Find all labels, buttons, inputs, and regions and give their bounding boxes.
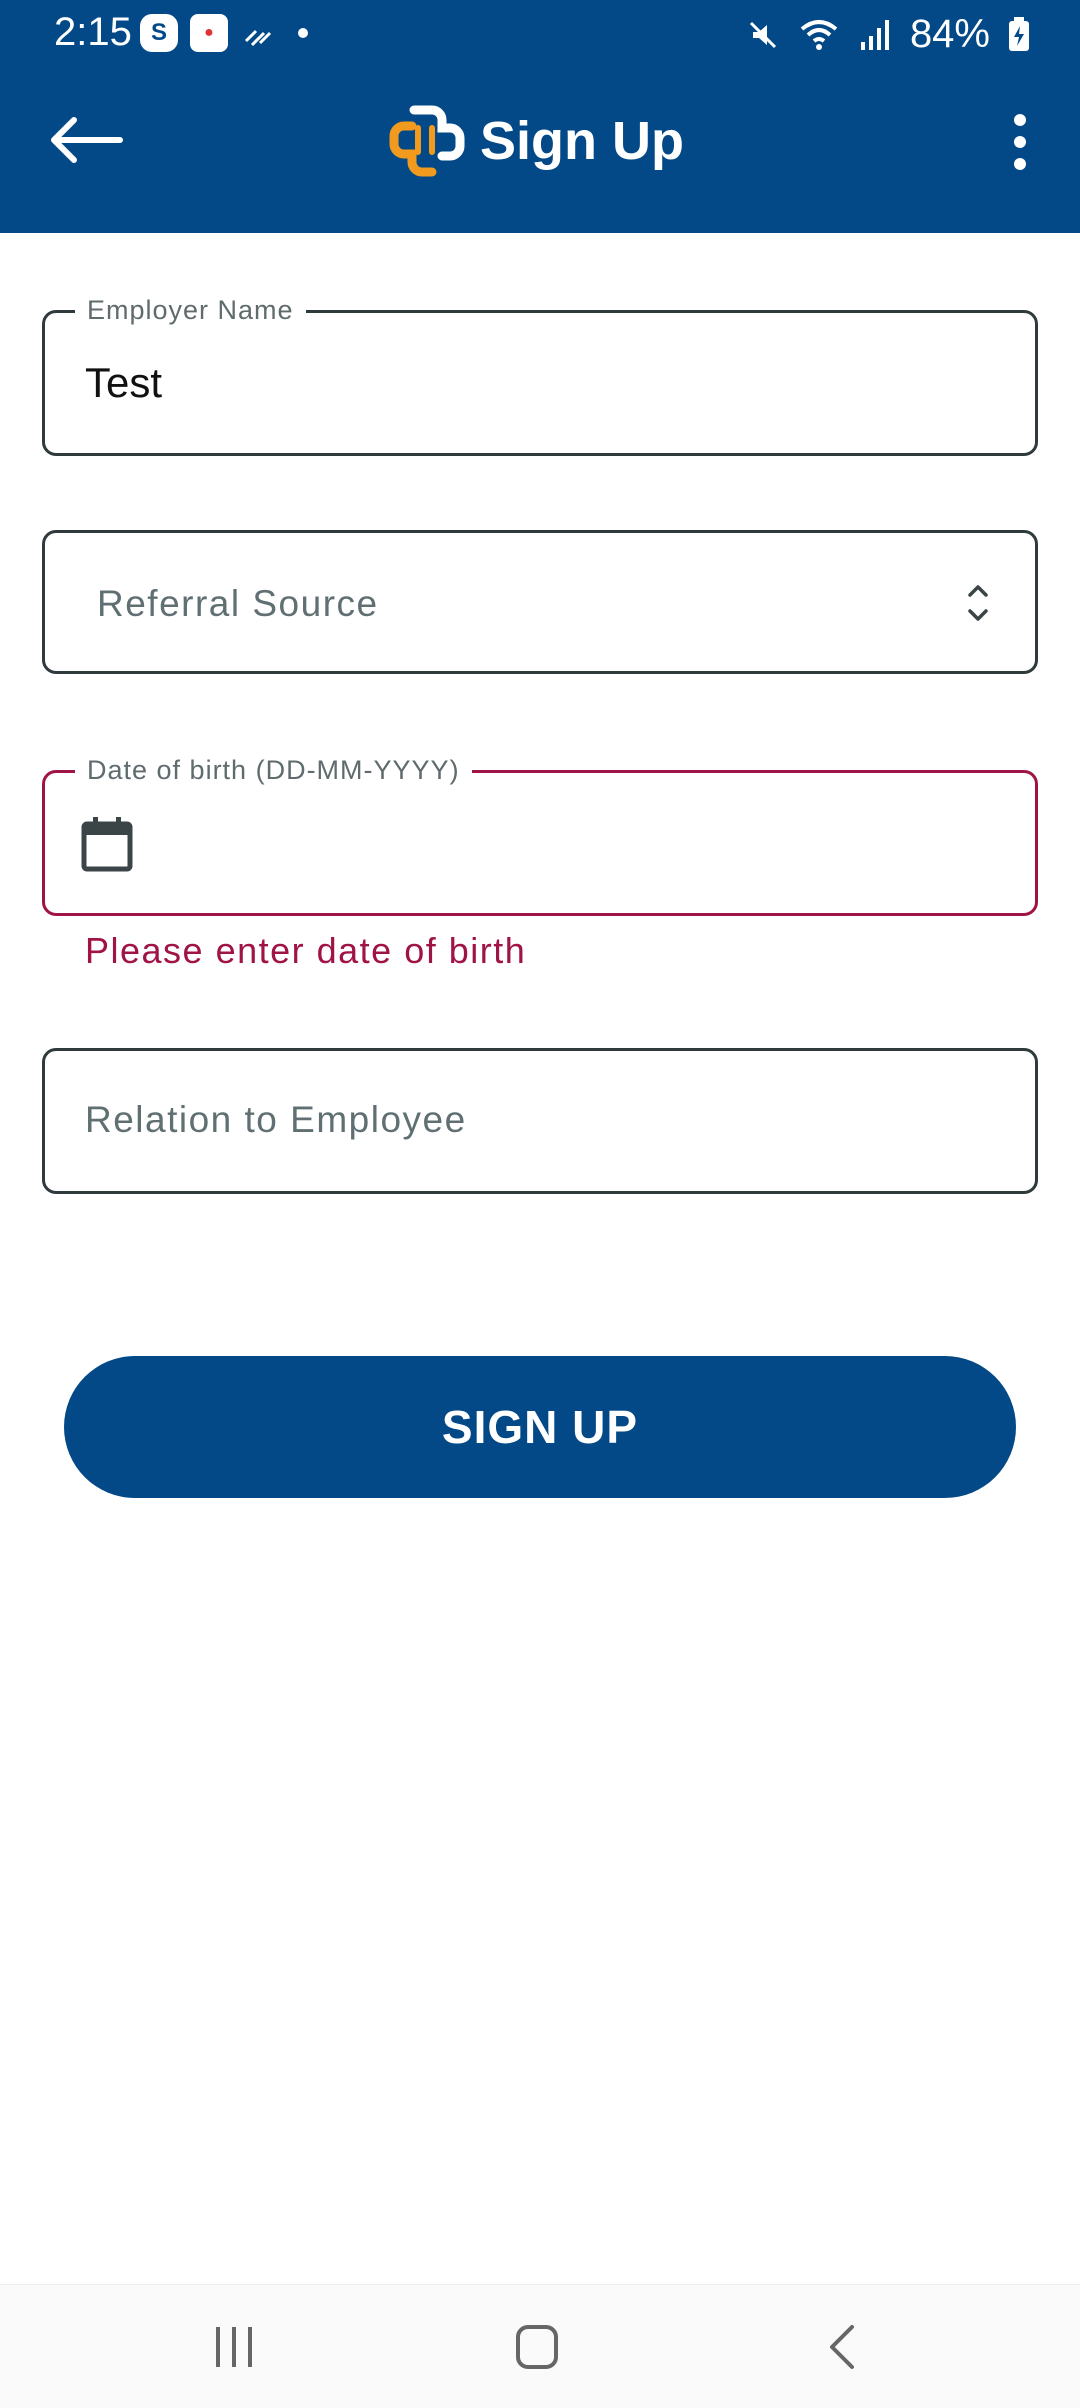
status-time: 2:15	[54, 10, 132, 54]
employer-name-label: Employer Name	[75, 295, 306, 326]
updown-chevron-icon	[968, 585, 988, 621]
more-vertical-icon[interactable]	[1008, 110, 1032, 174]
app-bar: Sign Up	[0, 70, 1080, 233]
relation-placeholder: Relation to Employee	[85, 1099, 467, 1140]
signal-app-icon	[244, 29, 272, 47]
battery-percent: 84%	[909, 12, 990, 56]
calendar-icon[interactable]	[79, 815, 135, 873]
system-nav-bar	[0, 2284, 1080, 2408]
date-of-birth-error: Please enter date of birth	[85, 930, 527, 971]
skype-icon: S	[140, 14, 178, 52]
notification-icons: S ●	[140, 14, 308, 52]
arrow-left-icon[interactable]	[46, 114, 126, 166]
page-title: Sign Up	[480, 111, 684, 171]
status-bar: 2:15 S ● 84%	[0, 0, 1080, 70]
date-of-birth-label: Date of birth (DD-MM-YYYY)	[75, 755, 472, 786]
dot-icon	[298, 28, 308, 38]
mute-icon	[749, 21, 776, 48]
back-icon[interactable]	[822, 2321, 862, 2373]
home-icon[interactable]	[512, 2321, 564, 2373]
cross-logo-icon	[389, 105, 465, 177]
relation-to-employee-field[interactable]: Relation to Employee	[42, 1048, 1038, 1194]
date-of-birth-field[interactable]: Date of birth (DD-MM-YYYY)	[42, 755, 1038, 916]
system-status: 84%	[746, 12, 1030, 57]
recents-icon[interactable]	[210, 2321, 258, 2373]
employer-name-field[interactable]: Employer Name Test	[42, 295, 1038, 456]
wifi-icon	[800, 19, 838, 50]
referral-source-select[interactable]: Referral Source	[42, 530, 1038, 674]
signal-bars-icon	[860, 19, 889, 50]
employer-name-value[interactable]: Test	[85, 359, 162, 407]
top-bar: 2:15 S ● 84% Sign Up	[0, 0, 1080, 233]
referral-source-placeholder: Referral Source	[97, 583, 379, 624]
brand: Sign Up	[388, 102, 684, 180]
battery-icon	[1009, 16, 1029, 51]
game-app-icon: ●	[190, 14, 228, 52]
sign-up-button[interactable]: SIGN UP	[64, 1356, 1016, 1498]
